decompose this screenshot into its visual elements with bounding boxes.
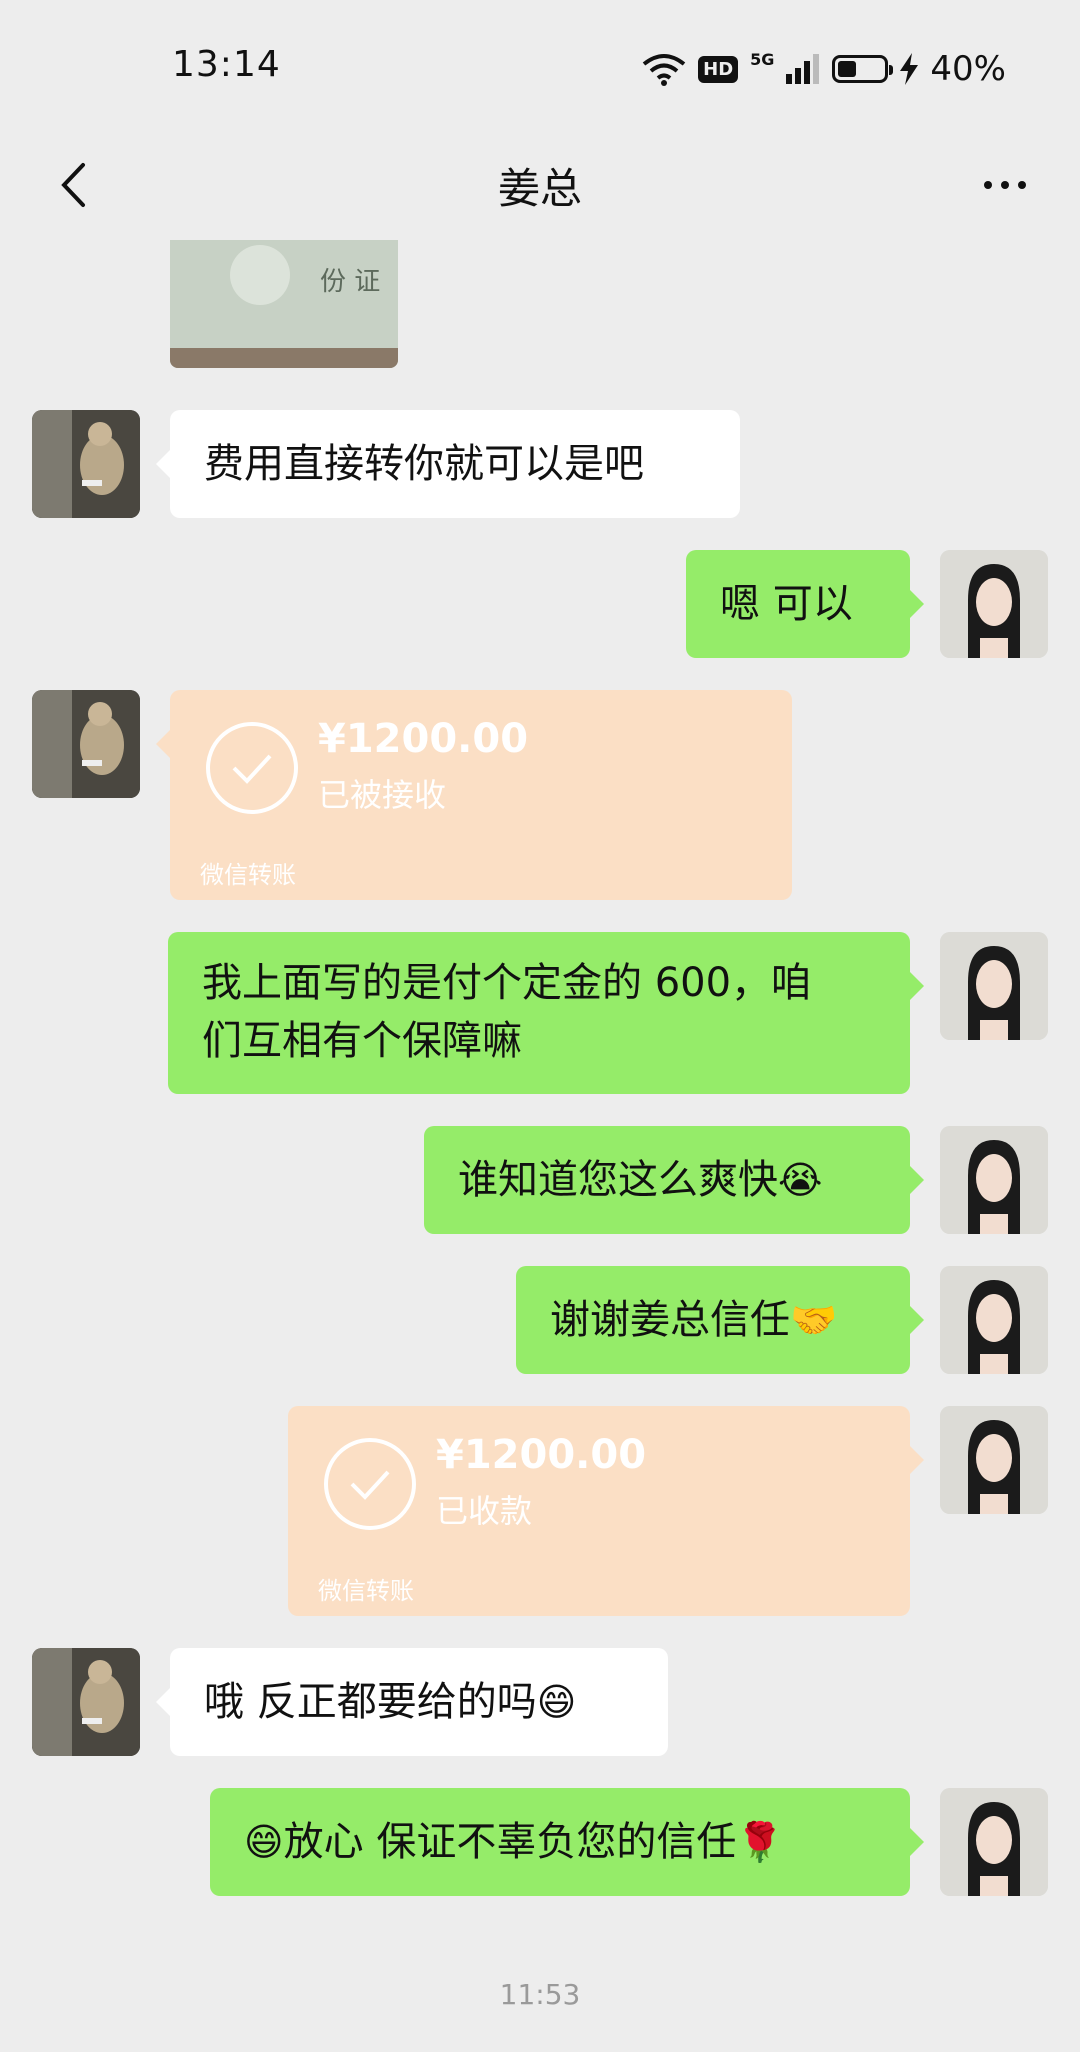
svg-text:份 证: 份 证 [320,267,380,297]
chat-title: 姜总 [497,163,582,213]
my-avatar[interactable] [940,932,1048,1040]
signal-icon [786,54,820,84]
network-type: 5G [750,49,775,69]
transfer-status: 已被接收 [318,776,447,814]
message-bubble-outgoing[interactable]: 谢谢姜总信任🤝 [516,1266,924,1374]
message-text: 谁知道您这么爽快 [458,1157,778,1203]
girl-avatar-image [940,1788,1048,1896]
transfer-card-collected[interactable]: ¥1200.00 已收款 微信转账 [288,1406,924,1616]
more-dot [1001,181,1009,189]
my-avatar[interactable] [940,1788,1048,1896]
message-bubble-outgoing[interactable]: 嗯 可以 [686,550,924,658]
message-text: 费用直接转你就可以是吧 [204,441,644,487]
transfer-amount: ¥1200.00 [318,716,529,762]
chevron-left-icon [61,163,85,207]
message-bubble-outgoing[interactable]: 😄放心 保证不辜负您的信任🌹 [210,1788,924,1896]
message-text: 嗯 可以 [720,581,853,627]
message-bubble-incoming[interactable]: 哦 反正都要给的吗😄 [156,1648,668,1756]
status-icons: HD 5G 40% [642,44,1006,94]
charging-icon [900,53,919,85]
status-bar: 13:14 HD 5G 40% [0,0,1080,130]
cat-avatar-image [32,690,140,798]
my-avatar[interactable] [940,550,1048,658]
girl-avatar-image [940,1406,1048,1514]
check-circle-icon [324,1438,416,1530]
nav-bar: 姜总 [0,130,1080,240]
cat-avatar-image [32,410,140,518]
rose-icon: 🌹 [736,1820,784,1864]
message-bubble-outgoing[interactable]: 谁知道您这么爽快😭 [424,1126,924,1234]
grinning-face-icon: 😄 [244,1820,284,1864]
contact-avatar[interactable] [32,410,140,518]
more-button[interactable] [970,150,1040,220]
status-time: 13:14 [172,44,281,85]
message-text: 哦 反正都要给的吗 [204,1679,537,1725]
chat-area[interactable]: 份 证 费用直接转你就可以是吧 嗯 可以 ¥1200.00 已被接收 微信转账 … [0,240,1080,2052]
transfer-label: 微信转账 [318,1577,414,1605]
cat-avatar-image [32,1648,140,1756]
my-avatar[interactable] [940,1406,1048,1514]
more-dots-icon [984,181,992,189]
handshake-icon: 🤝 [790,1298,838,1342]
battery-level [838,61,857,77]
girl-avatar-image [940,1126,1048,1234]
grinning-face-icon: 😄 [536,1680,577,1724]
battery-icon [832,55,894,83]
my-avatar[interactable] [940,1266,1048,1374]
wifi-icon [642,54,686,86]
contact-avatar[interactable] [32,1648,140,1756]
girl-avatar-image [940,1266,1048,1374]
my-avatar[interactable] [940,1126,1048,1234]
transfer-card-received[interactable]: ¥1200.00 已被接收 微信转账 [156,690,792,900]
transfer-label: 微信转账 [200,861,296,889]
battery-percent: 40% [930,49,1006,89]
crying-face-icon: 😭 [778,1158,823,1202]
more-dot [1018,181,1026,189]
image-message[interactable]: 份 证 [170,240,398,368]
message-text-line-1: 我上面写的是付个定金的 600，咱 [202,960,812,1006]
message-bubble-outgoing[interactable]: 我上面写的是付个定金的 600，咱 们互相有个保障嘛 [168,932,924,1094]
back-button[interactable] [38,150,108,220]
message-text-line-2: 们互相有个保障嘛 [202,1018,522,1064]
girl-avatar-image [940,550,1048,658]
message-text: 放心 保证不辜负您的信任 [283,1819,737,1865]
message-timestamp: 11:53 [499,1978,581,2011]
message-bubble-incoming[interactable]: 费用直接转你就可以是吧 [156,410,740,518]
girl-avatar-image [940,932,1048,1040]
id-card-image: 份 证 [170,240,398,368]
check-circle-icon [206,722,298,814]
contact-avatar[interactable] [32,690,140,798]
message-text: 谢谢姜总信任 [550,1297,790,1343]
transfer-amount: ¥1200.00 [436,1432,647,1478]
transfer-status: 已收款 [436,1492,533,1530]
hd-badge: HD [698,55,739,83]
